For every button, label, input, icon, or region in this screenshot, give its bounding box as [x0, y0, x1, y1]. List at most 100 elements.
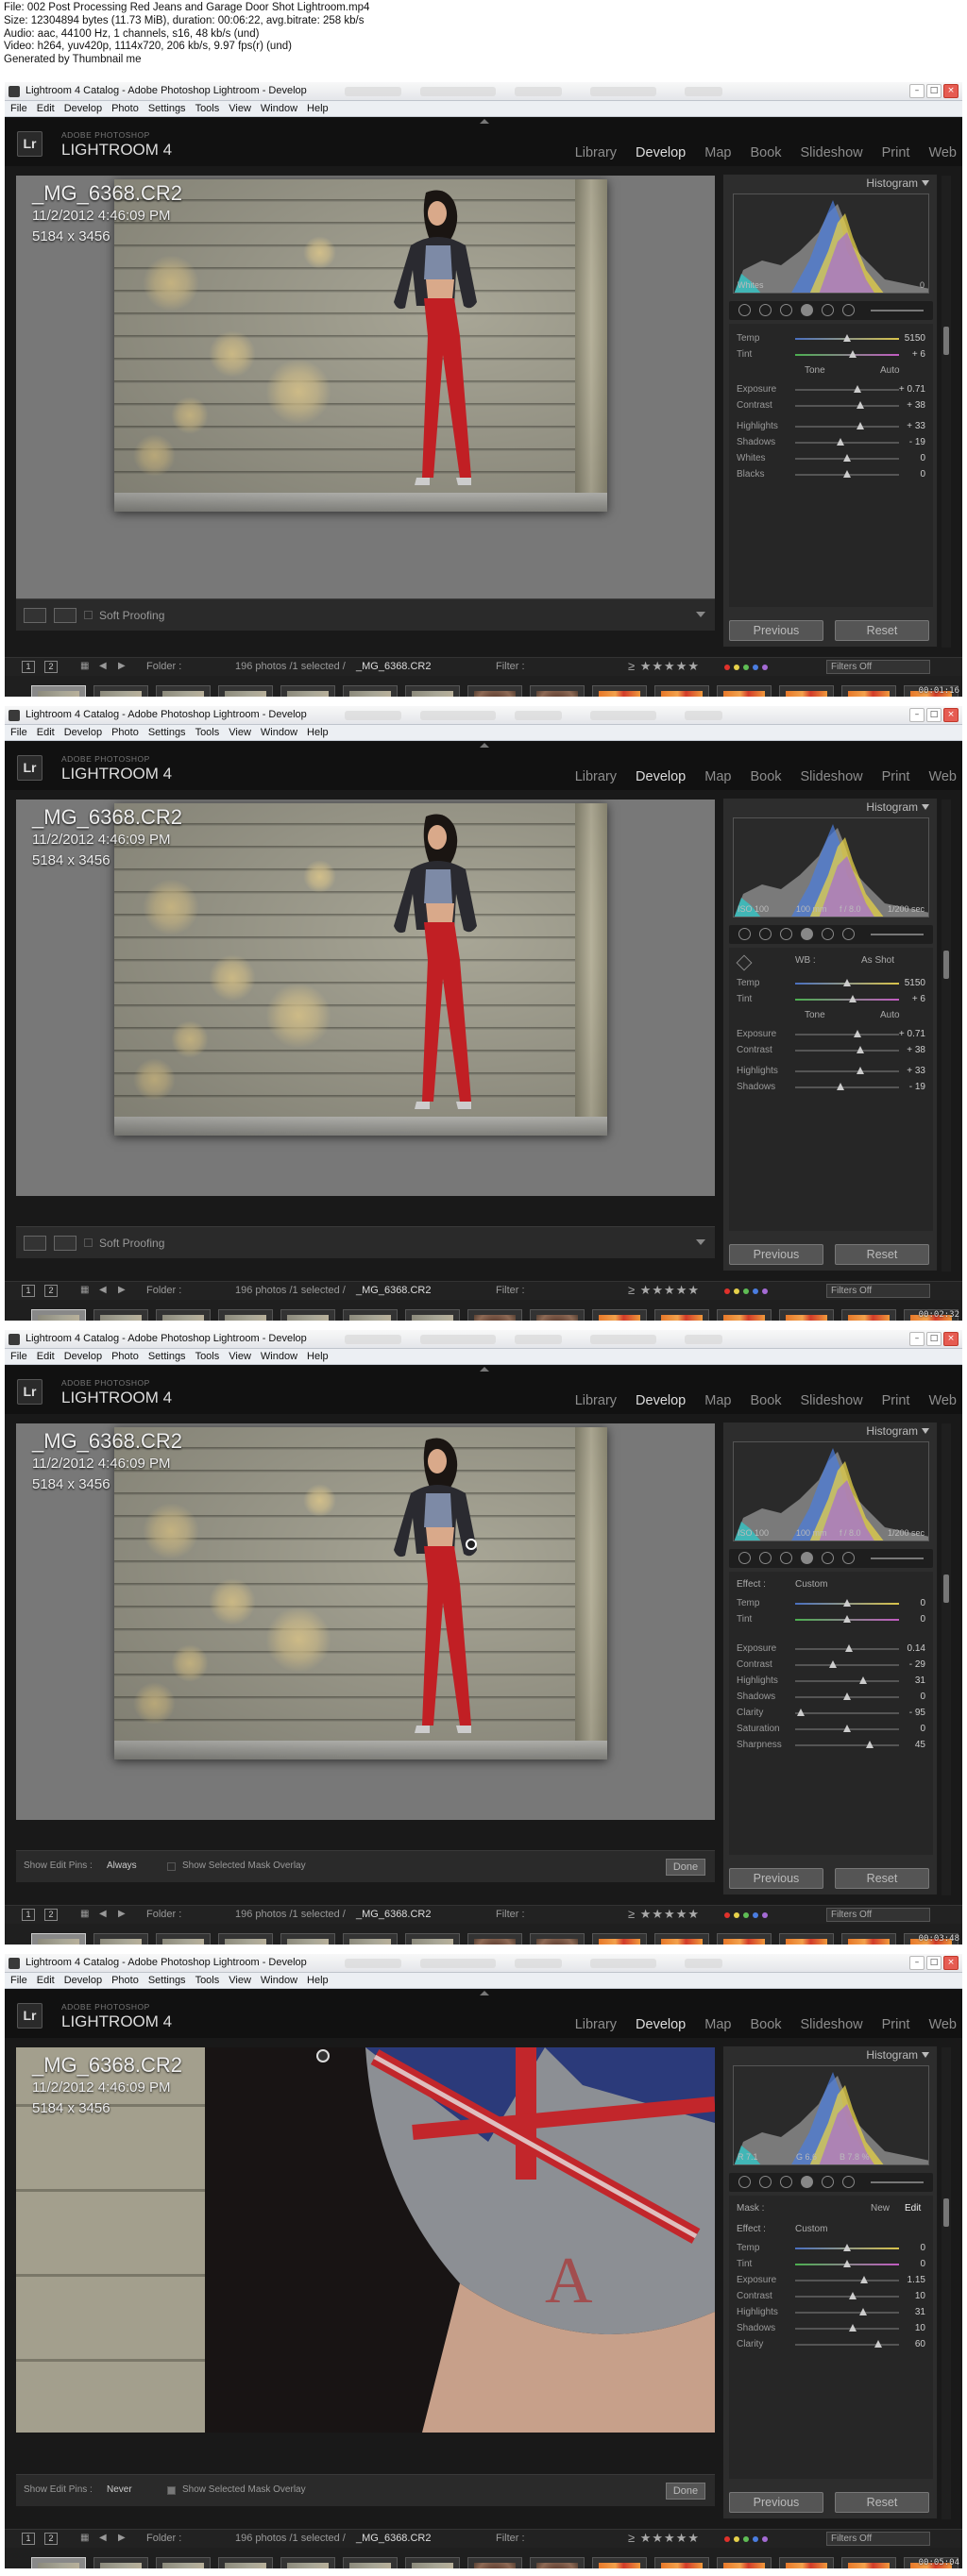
selected-filename[interactable]: _MG_6368.CR2	[356, 661, 432, 672]
spot-removal-icon[interactable]	[780, 928, 792, 940]
scrollbar-thumb[interactable]	[943, 951, 949, 979]
crop-icon[interactable]	[759, 304, 772, 316]
slider-thumb[interactable]	[848, 995, 857, 1002]
back-arrow-icon[interactable]: ◀	[99, 661, 107, 671]
reset-button[interactable]: Reset	[835, 620, 929, 641]
module-book[interactable]: Book	[750, 145, 781, 160]
slider-track[interactable]	[795, 442, 899, 444]
red-eye-icon[interactable]	[801, 2176, 813, 2188]
slider-thumb[interactable]	[843, 1725, 851, 1732]
page-2-button[interactable]: 2	[44, 2533, 58, 2545]
panel-scrollbar[interactable]	[942, 176, 951, 648]
filmstrip-thumbnail[interactable]	[343, 1309, 398, 1321]
filmstrip-thumbnail[interactable]	[779, 1309, 834, 1321]
back-arrow-icon[interactable]: ◀	[99, 1285, 107, 1295]
tool-slider[interactable]	[871, 2181, 924, 2183]
filmstrip-thumbnail[interactable]	[343, 2557, 398, 2568]
slider-track[interactable]	[795, 1712, 899, 1714]
menu-help[interactable]: Help	[301, 1349, 332, 1362]
module-slideshow[interactable]: Slideshow	[801, 2017, 863, 2032]
forward-arrow-icon[interactable]: ▶	[118, 2533, 126, 2543]
module-print[interactable]: Print	[882, 769, 910, 784]
slider-thumb[interactable]	[859, 2276, 868, 2283]
slider-row[interactable]: Exposure 0.14	[729, 1642, 933, 1658]
grid-view-icon[interactable]: ▦	[80, 1285, 89, 1295]
slider-row[interactable]: Temp 5150	[729, 976, 933, 992]
green-label-dot[interactable]	[743, 1288, 749, 1294]
edit-pins-dropdown[interactable]: Always	[107, 1860, 137, 1871]
slider-row[interactable]: Contrast - 29	[729, 1658, 933, 1674]
filmstrip-thumbnail[interactable]	[592, 2557, 647, 2568]
rating-filter[interactable]: ≥ ★★★★★	[628, 659, 700, 674]
page-1-button[interactable]: 1	[22, 1909, 35, 1921]
red-label-dot[interactable]	[724, 1912, 730, 1918]
filmstrip-thumbnail[interactable]	[156, 685, 211, 697]
module-print[interactable]: Print	[882, 2017, 910, 2032]
module-slideshow[interactable]: Slideshow	[801, 145, 863, 160]
slider-thumb[interactable]	[874, 2340, 882, 2348]
menu-file[interactable]: File	[5, 725, 31, 738]
slider-row[interactable]: Temp 5150	[729, 331, 933, 347]
collapse-top-arrow[interactable]	[480, 743, 489, 748]
slider-row[interactable]: Highlights 31	[729, 2305, 933, 2321]
green-label-dot[interactable]	[743, 1912, 749, 1918]
slider-thumb[interactable]	[857, 422, 865, 429]
rating-filter[interactable]: ≥ ★★★★★	[628, 2531, 700, 2546]
module-library[interactable]: Library	[575, 1393, 617, 1408]
module-slideshow[interactable]: Slideshow	[801, 1393, 863, 1408]
edit-pin[interactable]	[466, 1539, 477, 1550]
slider-track[interactable]	[795, 999, 899, 1001]
module-map[interactable]: Map	[704, 2017, 731, 2032]
slider-thumb[interactable]	[843, 454, 851, 462]
filmstrip-thumbnail[interactable]	[717, 1309, 772, 1321]
slider-row[interactable]: Temp 0	[729, 2241, 933, 2257]
selected-filename[interactable]: _MG_6368.CR2	[356, 1909, 432, 1920]
filmstrip-thumbnail[interactable]	[93, 1933, 148, 1945]
menu-edit[interactable]: Edit	[31, 1973, 59, 1986]
blue-label-dot[interactable]	[753, 665, 758, 670]
page-2-button[interactable]: 2	[44, 1285, 58, 1297]
minimize-button[interactable]: –	[909, 708, 925, 722]
filmstrip-thumbnail[interactable]	[31, 1309, 86, 1321]
menu-photo[interactable]: Photo	[106, 101, 143, 114]
maximize-button[interactable]: □	[926, 84, 942, 98]
filmstrip-thumbnail[interactable]	[467, 2557, 522, 2568]
slider-row[interactable]: Tint 0	[729, 2257, 933, 2273]
grid-icon[interactable]	[738, 2176, 751, 2188]
yellow-label-dot[interactable]	[734, 1912, 739, 1918]
slider-row[interactable]: Highlights + 33	[729, 419, 933, 435]
menu-settings[interactable]: Settings	[143, 725, 190, 738]
menu-window[interactable]: Window	[255, 1973, 301, 1986]
maximize-button[interactable]: □	[926, 1332, 942, 1346]
minimize-button[interactable]: –	[909, 1956, 925, 1970]
slider-row[interactable]: Highlights 31	[729, 1674, 933, 1690]
red-label-dot[interactable]	[724, 1288, 730, 1294]
filmstrip-thumbnail[interactable]	[467, 685, 522, 697]
menu-tools[interactable]: Tools	[190, 725, 224, 738]
panel-scrollbar[interactable]	[942, 1423, 951, 1895]
filmstrip-thumbnail[interactable]	[654, 1933, 709, 1945]
module-library[interactable]: Library	[575, 145, 617, 160]
filmstrip-thumbnail[interactable]	[280, 685, 335, 697]
slider-thumb[interactable]	[854, 385, 861, 393]
menu-view[interactable]: View	[223, 725, 255, 738]
maximize-button[interactable]: □	[926, 1956, 942, 1970]
menu-settings[interactable]: Settings	[143, 1349, 190, 1362]
purple-label-dot[interactable]	[762, 665, 768, 670]
module-develop[interactable]: Develop	[636, 1393, 686, 1408]
filmstrip-thumbnail[interactable]	[31, 2557, 86, 2568]
slider-track[interactable]	[795, 1680, 899, 1682]
slider-row[interactable]: Shadows - 19	[729, 435, 933, 451]
selected-filename[interactable]: _MG_6368.CR2	[356, 1285, 432, 1296]
scrollbar-thumb[interactable]	[943, 2198, 949, 2227]
menu-file[interactable]: File	[5, 1973, 31, 1986]
menu-view[interactable]: View	[223, 1349, 255, 1362]
filmstrip-thumbnail[interactable]	[841, 1309, 896, 1321]
slider-thumb[interactable]	[843, 1615, 851, 1623]
toolbar-options-chevron[interactable]	[696, 1239, 705, 1245]
menu-develop[interactable]: Develop	[59, 725, 106, 738]
filmstrip-thumbnail[interactable]	[779, 2557, 834, 2568]
menu-edit[interactable]: Edit	[31, 101, 59, 114]
filmstrip-thumbnail[interactable]	[218, 685, 273, 697]
filmstrip-thumbnail[interactable]	[280, 2557, 335, 2568]
